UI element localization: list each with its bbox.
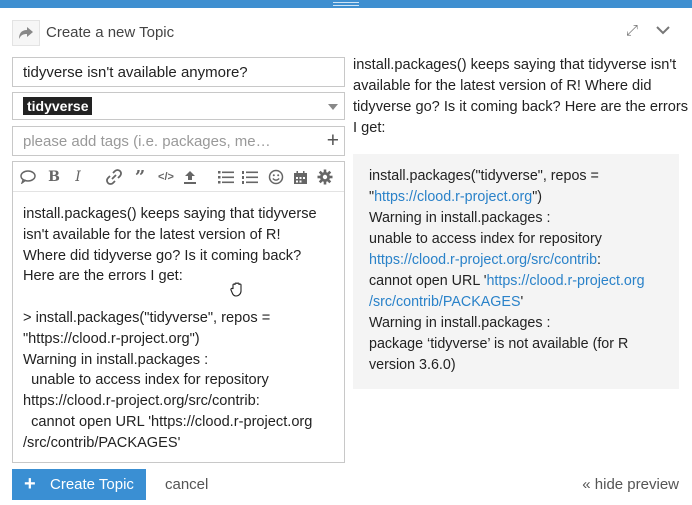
hide-preview-link[interactable]: « hide preview [582, 476, 679, 493]
code-line: Warning in install.packages : [369, 210, 551, 226]
editor[interactable]: B I ” </> install.packages() keeps sayin… [12, 161, 345, 463]
plus-icon: + [24, 473, 36, 495]
code-link[interactable]: https://clood.r-project.org [486, 273, 644, 289]
code-line: https://clood.r-project.org/src/contrib: [369, 252, 602, 268]
calendar-icon[interactable] [291, 168, 309, 186]
topic-title-input[interactable] [12, 57, 345, 87]
preview-code-block: install.packages("tidyverse", repos = "h… [353, 154, 679, 389]
tags-input[interactable]: please add tags (i.e. packages, me… + [12, 126, 345, 156]
reply-icon[interactable] [12, 20, 40, 46]
cancel-link[interactable]: cancel [165, 476, 208, 493]
code-link[interactable]: https://clood.r-project.org [374, 189, 532, 205]
chevron-down-icon[interactable] [328, 104, 338, 110]
italic-icon[interactable]: I [69, 168, 87, 186]
top-resize-bar[interactable] [0, 0, 692, 8]
create-topic-label: Create Topic [50, 476, 134, 493]
emoji-icon[interactable] [267, 168, 285, 186]
link-icon[interactable] [105, 168, 123, 186]
code-line: "https://clood.r-project.org") [369, 189, 543, 205]
category-badge: tidyverse [23, 97, 93, 115]
blockquote-icon[interactable]: ” [131, 167, 149, 188]
code-line: /src/contrib/PACKAGES' [369, 294, 524, 310]
category-select[interactable]: tidyverse [12, 92, 345, 120]
editor-textarea[interactable]: install.packages() keeps saying that tid… [23, 204, 338, 454]
gear-icon[interactable] [316, 168, 334, 186]
code-icon[interactable]: </> [157, 168, 175, 186]
expand-icon[interactable]: ⤢ [626, 22, 638, 39]
code-link[interactable]: /src/contrib/PACKAGES [369, 294, 521, 310]
bullet-list-icon[interactable] [217, 168, 235, 186]
code-line: cannot open URL 'https://clood.r-project… [369, 273, 645, 289]
grip-handle-icon[interactable] [333, 2, 359, 6]
code-line: version 3.6.0) [369, 357, 456, 373]
create-topic-button[interactable]: + Create Topic [12, 469, 146, 500]
code-line: Warning in install.packages : [369, 315, 551, 331]
upload-icon[interactable] [181, 168, 199, 186]
code-line: install.packages("tidyverse", repos = [369, 168, 599, 184]
preview-intro: install.packages() keeps saying that tid… [353, 57, 688, 136]
numbered-list-icon[interactable] [241, 168, 259, 186]
add-tag-icon[interactable]: + [327, 129, 339, 153]
tags-placeholder: please add tags (i.e. packages, me… [23, 133, 271, 150]
bold-icon[interactable]: B [45, 168, 63, 186]
code-line: package ‘tidyverse’ is not available (fo… [369, 336, 629, 352]
code-line: unable to access index for repository [369, 231, 602, 247]
code-link[interactable]: https://clood.r-project.org/src/contrib [369, 252, 597, 268]
quote-icon[interactable] [19, 168, 37, 186]
editor-toolbar: B I ” </> [13, 162, 344, 192]
collapse-chevron-icon[interactable] [656, 22, 670, 39]
hand-cursor-icon [229, 280, 247, 303]
composer-title: Create a new Topic [46, 24, 175, 41]
composer-header: Create a new Topic ⤢ [12, 18, 680, 48]
